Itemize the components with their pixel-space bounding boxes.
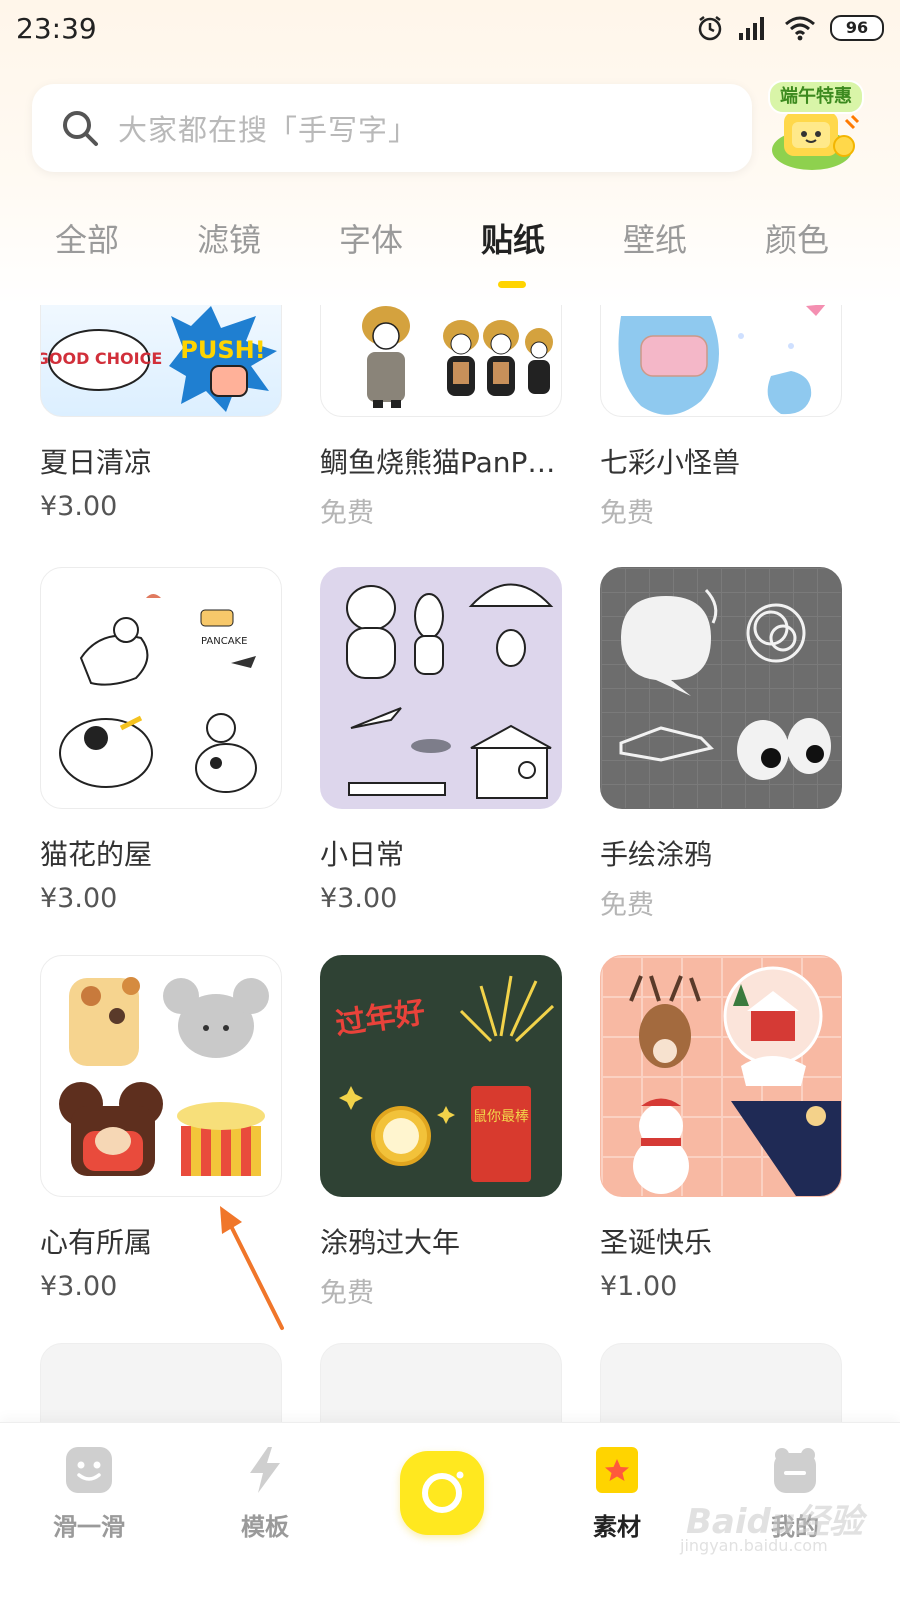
sticker-pack-title: 涂鸦过大年: [320, 1226, 461, 1259]
sticker-art: [618, 305, 826, 415]
sticker-pack-title: 七彩小怪兽: [600, 446, 741, 479]
search-icon: [63, 111, 98, 146]
sticker-art: [59, 977, 269, 1176]
sticker-pack-price: 免费: [600, 498, 654, 529]
active-tab-indicator: [498, 281, 526, 288]
tab-fonts[interactable]: 字体: [311, 215, 431, 261]
nav-materials-label: 素材: [593, 1513, 641, 1541]
status-bar: 23:39 96: [0, 0, 900, 60]
sticker-pack-card[interactable]: 鲷鱼烧熊猫PanP… 免费: [320, 305, 562, 530]
tab-stickers[interactable]: 贴纸: [453, 215, 573, 261]
alarm-icon: [698, 16, 722, 41]
promo-badge: 端午特惠: [768, 80, 864, 114]
lightning-icon: [250, 1447, 280, 1493]
sticker-pack-card[interactable]: 七彩小怪兽 免费: [600, 305, 842, 530]
tab-wallpapers[interactable]: 壁纸: [595, 215, 715, 261]
sticker-thumbnail: [40, 955, 282, 1197]
sticker-pack-card[interactable]: 小日常 ¥3.00: [320, 567, 562, 914]
nav-templates-label: 模板: [241, 1513, 289, 1541]
sticker-pack-title: 小日常: [320, 838, 405, 871]
star-folder-icon: [596, 1447, 638, 1493]
sticker-pack-card[interactable]: 圣诞快乐 ¥1.00: [600, 955, 842, 1302]
smiley-icon: [66, 1447, 112, 1493]
status-time: 23:39: [16, 12, 97, 45]
sticker-pack-card[interactable]: 手绘涂鸦 免费: [600, 567, 842, 922]
sticker-thumbnail: PANCAKE: [40, 567, 282, 809]
sticker-pack-placeholder: [40, 1343, 282, 1422]
sticker-pack-title: 夏日清凉: [40, 446, 153, 479]
loading-thumbnail: [40, 1343, 282, 1422]
tab-colors[interactable]: 颜色: [737, 215, 857, 261]
couplet-text: 鼠你最棒: [473, 1109, 529, 1125]
sticker-thumbnail: [600, 305, 842, 417]
sticker-pack-card[interactable]: GOOD CHOICE PUSH! 夏日清凉 ¥3.00: [40, 305, 282, 522]
sticker-thumbnail: [320, 305, 562, 417]
sticker-pack-card[interactable]: PANCAKE 猫花的屋 ¥3.00: [40, 567, 282, 914]
new-year-text: 过年好: [333, 995, 427, 1042]
annotation-arrow: [220, 1206, 284, 1330]
tab-all[interactable]: 全部: [27, 215, 147, 261]
sticker-art: 过年好 鼠你最棒: [333, 975, 555, 1182]
sticker-pack-price: 免费: [600, 890, 654, 921]
sticker-art: PANCAKE: [59, 594, 257, 793]
tab-filters[interactable]: 滤镜: [169, 215, 289, 261]
camera-button[interactable]: [400, 1451, 484, 1535]
sticker-art: [629, 966, 841, 1196]
sticker-thumbnail: 过年好 鼠你最棒: [320, 955, 562, 1197]
loading-thumbnail: [600, 1343, 842, 1422]
category-tabs: 全部 滤镜 字体 贴纸 壁纸 颜色: [0, 215, 900, 295]
sticker-art: [619, 588, 831, 780]
pancake-text: PANCAKE: [201, 636, 247, 647]
watermark: Baidu经验 jingyan.baidu.com: [676, 1488, 876, 1568]
sticker-pack-price: ¥3.00: [320, 883, 398, 914]
sticker-art: GOOD CHOICE PUSH!: [41, 306, 277, 412]
sticker-pack-price: 免费: [320, 1278, 374, 1309]
camera-icon: [422, 1471, 464, 1513]
sticker-pack-title: 手绘涂鸦: [600, 838, 713, 871]
sticker-pack-price: ¥1.00: [600, 1271, 678, 1302]
loading-thumbnail: [320, 1343, 562, 1422]
signal-icon: [739, 17, 764, 40]
nav-swipe-label: 滑一滑: [53, 1513, 125, 1541]
sticker-thumbnail: GOOD CHOICE PUSH!: [40, 305, 282, 417]
sticker-grid: GOOD CHOICE PUSH! 夏日清凉 ¥3.00 鲷鱼烧熊猫PanP… …: [0, 305, 900, 1422]
sticker-pack-title: 猫花的屋: [40, 838, 153, 871]
sticker-pack-title: 圣诞快乐: [600, 1226, 713, 1259]
sticker-art: [362, 306, 553, 408]
good-choice-text: GOOD CHOICE: [41, 349, 162, 368]
sticker-pack-price: ¥3.00: [40, 883, 118, 914]
watermark-sub: jingyan.baidu.com: [680, 1536, 828, 1555]
sticker-pack-price: 免费: [320, 498, 374, 529]
wifi-icon: [785, 16, 815, 41]
battery-indicator: 96: [830, 15, 884, 41]
search-placeholder: 大家都在搜「手写字」: [118, 113, 419, 147]
sticker-pack-placeholder: [600, 1343, 842, 1422]
push-text: PUSH!: [180, 336, 265, 364]
sticker-pack-title: 鲷鱼烧熊猫PanP…: [320, 446, 556, 479]
sticker-thumbnail: [600, 955, 842, 1197]
status-icons: 96: [696, 14, 884, 42]
sticker-pack-card[interactable]: 过年好 鼠你最棒 涂鸦过大年 免费: [320, 955, 562, 1310]
search-bar[interactable]: 大家都在搜「手写字」: [32, 84, 752, 172]
sticker-pack-price: ¥3.00: [40, 491, 118, 522]
sticker-art: [346, 583, 554, 799]
sticker-thumbnail: [600, 567, 842, 809]
sticker-pack-placeholder: [320, 1343, 562, 1422]
sticker-thumbnail: [320, 567, 562, 809]
dragon-boat-promo-button[interactable]: 端午特惠: [768, 80, 864, 174]
